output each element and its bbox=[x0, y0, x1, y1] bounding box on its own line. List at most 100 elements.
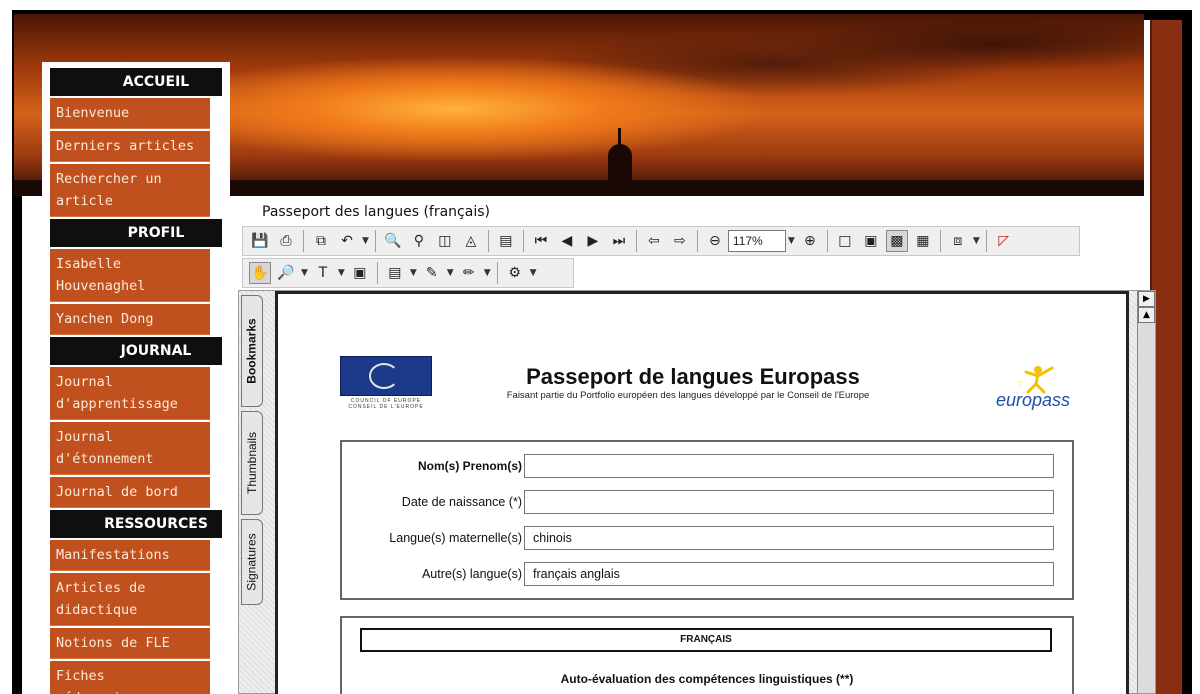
scroll-right-arrow-icon[interactable]: ▶ bbox=[1138, 291, 1155, 307]
next-view-icon[interactable]: ⇨ bbox=[669, 230, 691, 252]
eu-logo-caption: COUNCIL OF EUROPE CONSEIL DE L'EUROPE bbox=[348, 398, 424, 410]
toolbar-divider bbox=[635, 230, 637, 252]
nav-item-bienvenue[interactable]: Bienvenue bbox=[50, 98, 210, 129]
copy-icon[interactable]: ⧉ bbox=[310, 230, 332, 252]
other-languages-field[interactable]: français anglais bbox=[524, 562, 1054, 586]
nav-header-accueil: ACCUEIL bbox=[50, 68, 222, 96]
nav-item-journal-apprentissage[interactable]: Journal d'apprentissage bbox=[50, 367, 210, 420]
toolbar-divider bbox=[985, 230, 987, 252]
pdf-toolbar-main: 💾 ⎙ ⧉ ↶ ▼ 🔍 ⚲ ◫ ◬ ▤ ⏮ ◀ ▶ ⏭ ⇦ ⇨ ⊖ 117% ▼… bbox=[242, 226, 1080, 256]
nav-header-profil: PROFIL bbox=[50, 219, 222, 247]
zoom-out-icon[interactable]: ⊖ bbox=[704, 230, 726, 252]
name-field[interactable] bbox=[524, 454, 1054, 478]
toolbar-divider bbox=[496, 262, 498, 284]
self-evaluation-heading: Auto-évaluation des compétences linguist… bbox=[560, 672, 854, 686]
search-icon[interactable]: ⚲ bbox=[408, 230, 430, 252]
viewer-side-tabs: Bookmarks Thumbnails Signatures bbox=[241, 291, 263, 693]
rotate-dropdown-icon[interactable]: ▼ bbox=[973, 236, 980, 246]
note-icon[interactable]: ▤ bbox=[384, 262, 406, 284]
form-row-birthdate: Date de naissance (*) bbox=[342, 490, 1072, 516]
birthdate-field[interactable] bbox=[524, 490, 1054, 514]
europass-logo: europass bbox=[990, 362, 1080, 422]
save-icon[interactable]: 💾 bbox=[249, 230, 271, 252]
last-page-icon[interactable]: ⏭ bbox=[608, 230, 630, 252]
text-select-icon[interactable]: T bbox=[312, 262, 334, 284]
left-nav: ACCUEIL Bienvenue Derniers articles Rech… bbox=[42, 62, 230, 694]
hand-tool-icon[interactable]: ✋ bbox=[249, 262, 271, 284]
mother-tongue-field[interactable]: chinois bbox=[524, 526, 1054, 550]
adobe-online-icon[interactable]: ◸ bbox=[993, 230, 1015, 252]
identity-form: Nom(s) Prenom(s) Date de naissance (*) L… bbox=[340, 440, 1074, 600]
tab-signatures[interactable]: Signatures bbox=[241, 519, 263, 605]
toolbar-divider bbox=[696, 230, 698, 252]
tab-bookmarks[interactable]: Bookmarks bbox=[241, 295, 263, 407]
text-select-dropdown-icon[interactable]: ▼ bbox=[338, 268, 345, 278]
fit-visible-icon[interactable]: ▦ bbox=[912, 230, 934, 252]
zoom-tool-icon[interactable]: 🔎 bbox=[275, 262, 297, 284]
council-of-europe-logo: COUNCIL OF EUROPE CONSEIL DE L'EUROPE bbox=[340, 356, 432, 410]
tab-thumbnails[interactable]: Thumbnails bbox=[241, 411, 263, 515]
mother-tongue-label: Langue(s) maternelle(s) bbox=[389, 531, 522, 545]
nav-item-notions-fle[interactable]: Notions de FLE bbox=[50, 628, 210, 659]
form-row-name: Nom(s) Prenom(s) bbox=[342, 454, 1072, 480]
nav-item-articles-didactique[interactable]: Articles de didactique bbox=[50, 573, 210, 626]
nav-item-rechercher-article[interactable]: Rechercher un article bbox=[50, 164, 210, 217]
pdf-page: COUNCIL OF EUROPE CONSEIL DE L'EUROPE Pa… bbox=[275, 291, 1129, 694]
previous-page-icon[interactable]: ◀ bbox=[556, 230, 578, 252]
rotate-view-icon[interactable]: ⧈ bbox=[947, 230, 969, 252]
form-row-mother-tongue: Langue(s) maternelle(s) chinois bbox=[342, 526, 1072, 552]
next-page-icon[interactable]: ▶ bbox=[582, 230, 604, 252]
tab-signatures-label: Signatures bbox=[245, 533, 259, 591]
nav-item-fiches-pedagogiques[interactable]: Fiches pédagogiques bbox=[50, 661, 210, 694]
note-dropdown-icon[interactable]: ▼ bbox=[410, 268, 417, 278]
page-back-icon[interactable]: ◫ bbox=[434, 230, 456, 252]
pencil-icon[interactable]: ✎ bbox=[421, 262, 443, 284]
vertical-scrollbar[interactable]: ▶ ▲ bbox=[1137, 291, 1155, 693]
fit-page-icon[interactable]: ▣ bbox=[860, 230, 882, 252]
eu-flag-icon bbox=[340, 356, 432, 396]
fit-width-icon[interactable]: ▩ bbox=[885, 230, 908, 252]
zoom-in-icon[interactable]: ⊕ bbox=[799, 230, 821, 252]
undo-dropdown-icon[interactable]: ▼ bbox=[362, 236, 369, 246]
toolbar-divider bbox=[374, 230, 376, 252]
document-title: Passeport des langues (français) bbox=[262, 204, 490, 220]
pdf-toolbar-tools: ✋ 🔎 ▼ T ▼ ▣ ▤ ▼ ✎ ▼ ✏ ▼ ⚙ ▼ bbox=[242, 258, 574, 288]
nav-item-derniers-articles[interactable]: Derniers articles bbox=[50, 131, 210, 162]
zoom-tool-dropdown-icon[interactable]: ▼ bbox=[301, 268, 308, 278]
toolbar-divider bbox=[522, 230, 524, 252]
europass-wordmark: europass bbox=[996, 390, 1071, 410]
tab-bookmarks-label: Bookmarks bbox=[245, 318, 259, 384]
first-page-icon[interactable]: ⏮ bbox=[530, 230, 552, 252]
form-row-other-languages: Autre(s) langue(s) français anglais bbox=[342, 562, 1072, 588]
actual-size-icon[interactable]: □ bbox=[834, 230, 856, 252]
zoom-level-field[interactable]: 117% bbox=[727, 230, 786, 252]
highlight-dropdown-icon[interactable]: ▼ bbox=[484, 268, 491, 278]
zoom-dropdown-icon[interactable]: ▼ bbox=[788, 236, 795, 246]
pdf-title: Passeport de langues Europass bbox=[526, 364, 860, 389]
pencil-dropdown-icon[interactable]: ▼ bbox=[447, 268, 454, 278]
toolbar-divider bbox=[487, 230, 489, 252]
scroll-up-arrow-icon[interactable]: ▲ bbox=[1138, 307, 1155, 323]
nav-item-yanchen[interactable]: Yanchen Dong bbox=[50, 304, 210, 335]
toolbar-divider bbox=[376, 262, 378, 284]
nav-item-isabelle[interactable]: Isabelle Houvenaghel bbox=[50, 249, 210, 302]
toolbar-divider bbox=[826, 230, 828, 252]
nav-item-journal-bord[interactable]: Journal de bord bbox=[50, 477, 210, 508]
nav-header-ressources: RESSOURCES bbox=[50, 510, 222, 538]
stamp-dropdown-icon[interactable]: ▼ bbox=[530, 268, 537, 278]
undo-icon[interactable]: ↶ bbox=[336, 230, 358, 252]
language-header: FRANÇAIS bbox=[360, 628, 1052, 652]
highlight-icon[interactable]: ✏ bbox=[458, 262, 480, 284]
language-section: FRANÇAIS Auto-évaluation des compétences… bbox=[340, 616, 1074, 694]
page-forward-icon[interactable]: ◬ bbox=[460, 230, 482, 252]
eu-ring-icon bbox=[369, 363, 399, 389]
find-icon[interactable]: 🔍 bbox=[382, 230, 404, 252]
pages-panel-icon[interactable]: ▤ bbox=[495, 230, 517, 252]
print-icon[interactable]: ⎙ bbox=[275, 230, 297, 252]
nav-item-manifestations[interactable]: Manifestations bbox=[50, 540, 210, 571]
snapshot-icon[interactable]: ▣ bbox=[349, 262, 371, 284]
previous-view-icon[interactable]: ⇦ bbox=[643, 230, 665, 252]
nav-item-journal-etonnement[interactable]: Journal d'étonnement bbox=[50, 422, 210, 475]
stamp-icon[interactable]: ⚙ bbox=[504, 262, 526, 284]
tab-thumbnails-label: Thumbnails bbox=[245, 431, 259, 495]
